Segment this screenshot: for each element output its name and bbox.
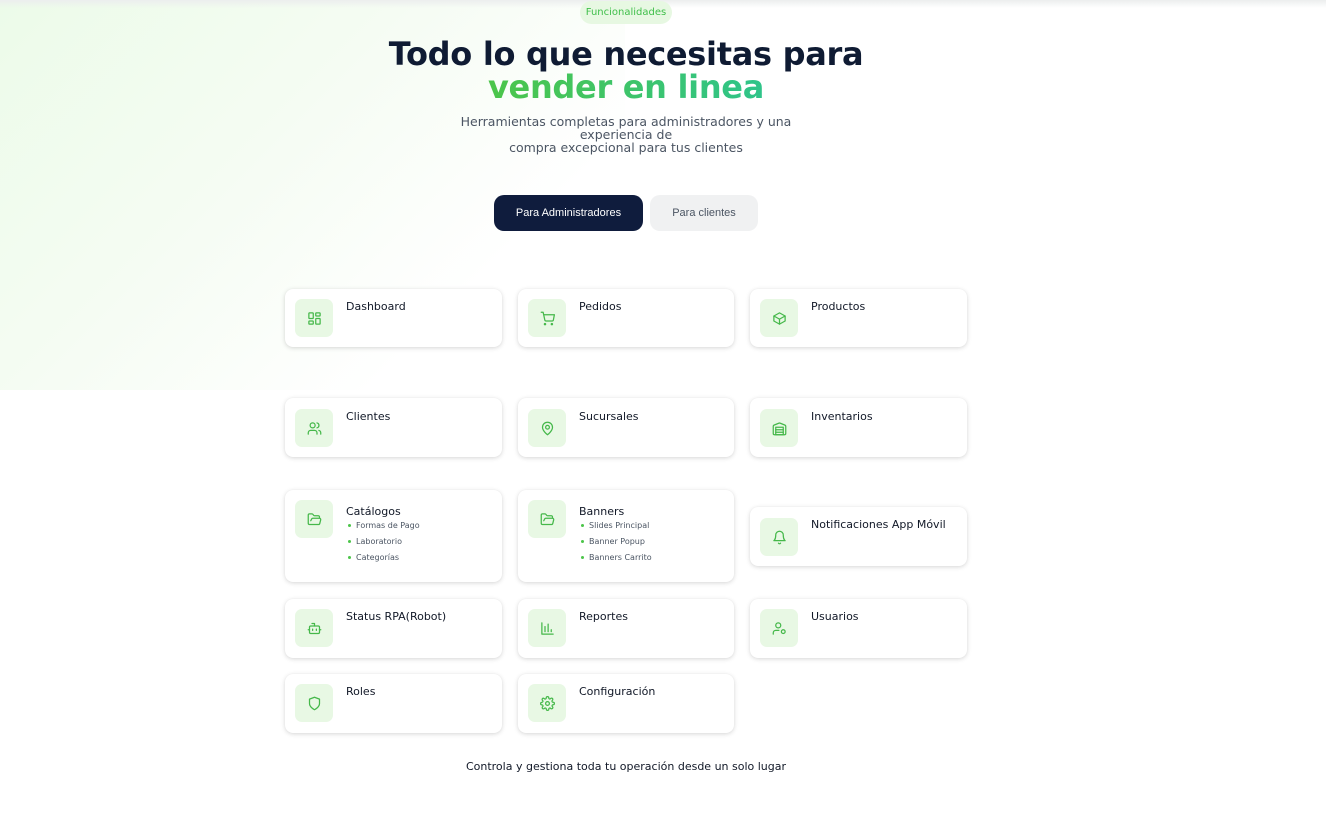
- chart-icon: [528, 609, 566, 647]
- list-item[interactable]: Formas de Pago: [347, 521, 420, 537]
- tab-clientes[interactable]: Para clientes: [650, 195, 758, 231]
- feature-card-notificaciones[interactable]: Notificaciones App Móvil: [750, 507, 967, 566]
- feature-title: Dashboard: [346, 300, 406, 313]
- feature-card-sucursales[interactable]: Sucursales: [518, 398, 734, 457]
- feature-title: Productos: [811, 300, 866, 313]
- folder-open-icon: [295, 500, 333, 538]
- feature-title: Configuración: [579, 685, 656, 698]
- section-badge: Funcionalidades: [580, 1, 672, 24]
- feature-title: Notificaciones App Móvil: [811, 518, 946, 531]
- footer-tagline: Controla y gestiona toda tu operación de…: [465, 760, 787, 773]
- feature-card-status-rpa[interactable]: Status RPA(Robot): [285, 599, 502, 658]
- page-title-highlight-text: vender en linea: [487, 68, 765, 106]
- gear-icon: [528, 684, 566, 722]
- feature-card-inventarios[interactable]: Inventarios: [750, 398, 967, 457]
- feature-card-reportes[interactable]: Reportes: [518, 599, 734, 658]
- feature-card-roles[interactable]: Roles: [285, 674, 502, 733]
- list-item[interactable]: Banner Popup: [580, 537, 652, 553]
- folder-open-icon: [528, 500, 566, 538]
- map-pin-icon: [528, 409, 566, 447]
- shield-icon: [295, 684, 333, 722]
- box-icon: [760, 299, 798, 337]
- feature-card-configuracion[interactable]: Configuración: [518, 674, 734, 733]
- feature-title: Usuarios: [811, 610, 859, 623]
- user-cog-icon: [760, 609, 798, 647]
- page-subtitle: Herramientas completas para administrado…: [426, 115, 826, 154]
- feature-title: Reportes: [579, 610, 628, 623]
- feature-card-catalogos[interactable]: Catálogos Formas de Pago Laboratorio Cat…: [285, 490, 502, 582]
- list-item[interactable]: Slides Principal: [580, 521, 652, 537]
- feature-title: Banners: [579, 505, 625, 518]
- list-item[interactable]: Laboratorio: [347, 537, 420, 553]
- tab-administradores[interactable]: Para Administradores: [494, 195, 643, 231]
- feature-title: Roles: [346, 685, 376, 698]
- feature-card-dashboard[interactable]: Dashboard: [285, 289, 502, 347]
- feature-card-banners[interactable]: Banners Slides Principal Banner Popup Ba…: [518, 490, 734, 582]
- list-item[interactable]: Categorías: [347, 553, 420, 569]
- bot-icon: [295, 609, 333, 647]
- list-item[interactable]: Banners Carrito: [580, 553, 652, 569]
- feature-card-clientes[interactable]: Clientes: [285, 398, 502, 457]
- feature-title: Catálogos: [346, 505, 401, 518]
- sub-list: Slides Principal Banner Popup Banners Ca…: [580, 521, 652, 569]
- subtitle-line-1: Herramientas completas para administrado…: [460, 114, 792, 142]
- subtitle-line-2: compra excepcional para tus clientes: [509, 140, 743, 155]
- bell-icon: [760, 518, 798, 556]
- feature-title: Inventarios: [811, 410, 873, 423]
- cart-icon: [528, 299, 566, 337]
- feature-title: Pedidos: [579, 300, 622, 313]
- feature-title: Clientes: [346, 410, 391, 423]
- page-title-highlight: vender en linea: [0, 68, 1252, 106]
- feature-card-pedidos[interactable]: Pedidos: [518, 289, 734, 347]
- feature-card-productos[interactable]: Productos: [750, 289, 967, 347]
- feature-title: Status RPA(Robot): [346, 610, 447, 623]
- dashboard-icon: [295, 299, 333, 337]
- feature-card-usuarios[interactable]: Usuarios: [750, 599, 967, 658]
- sub-list: Formas de Pago Laboratorio Categorías: [347, 521, 420, 569]
- users-icon: [295, 409, 333, 447]
- warehouse-icon: [760, 409, 798, 447]
- feature-title: Sucursales: [579, 410, 639, 423]
